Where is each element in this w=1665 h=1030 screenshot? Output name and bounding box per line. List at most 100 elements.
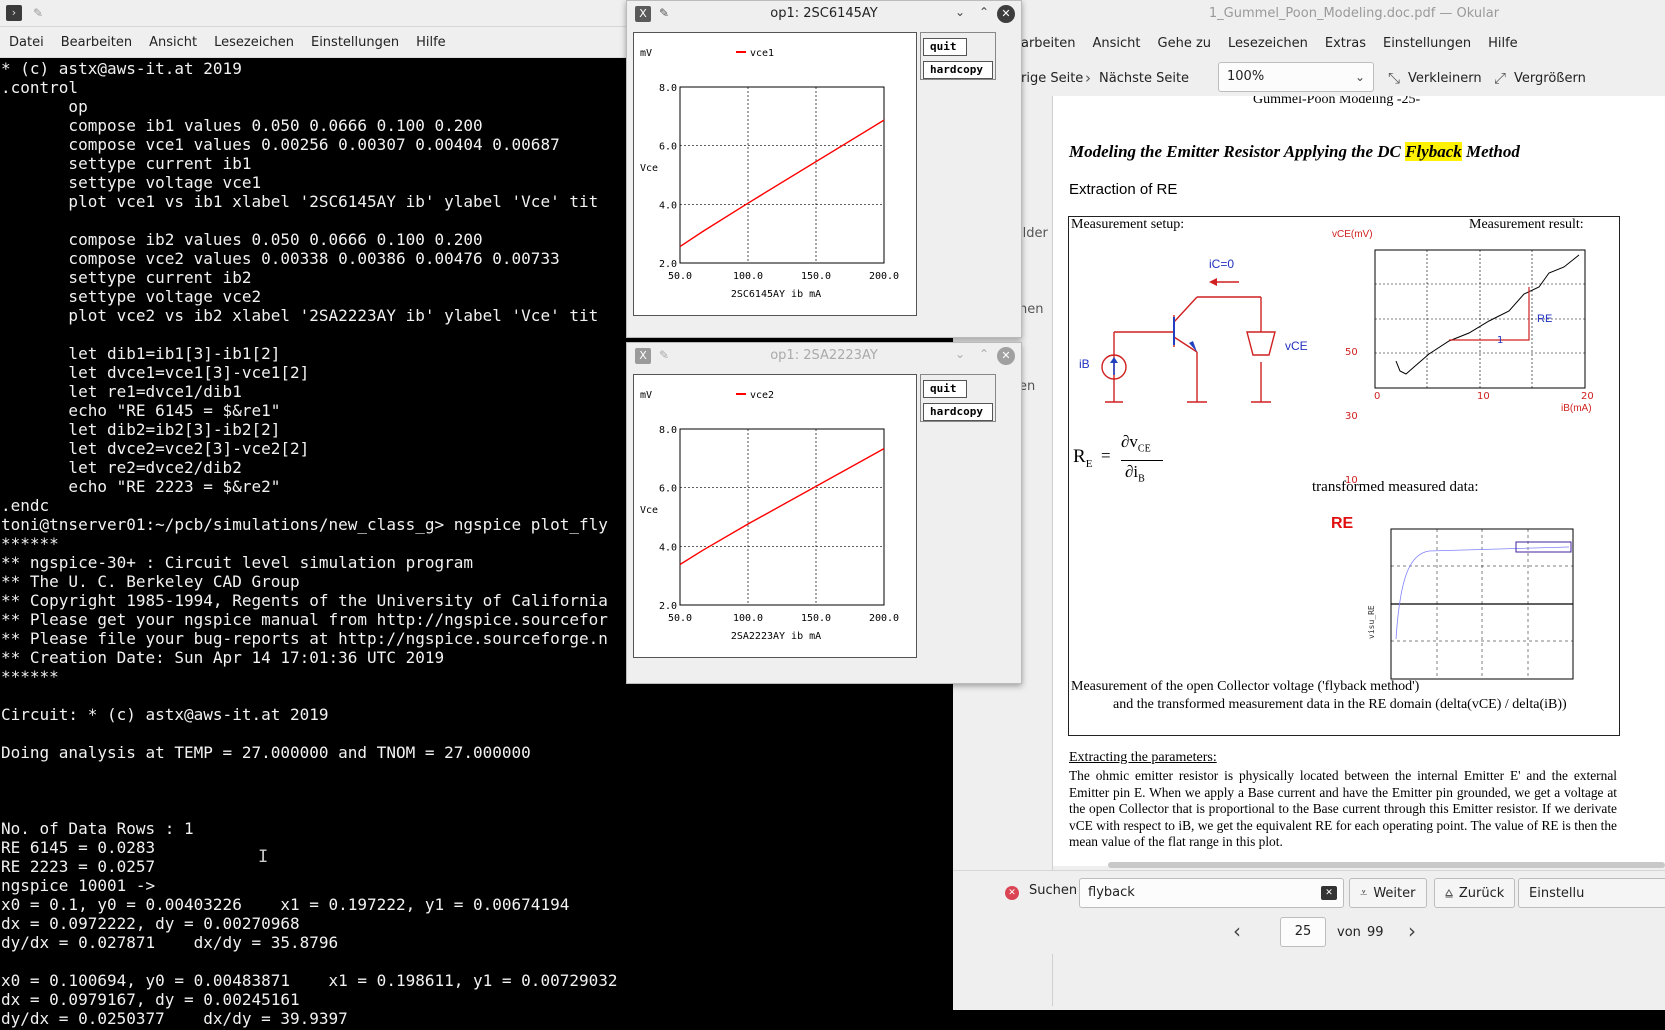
- terminal-line: No. of Data Rows : 1: [1, 819, 194, 838]
- find-input[interactable]: flyback ✕: [1079, 878, 1344, 908]
- terminal-line: Circuit: * (c) astx@aws-it.at 2019: [1, 705, 329, 724]
- transformed-plot: visu_RE: [1367, 528, 1574, 680]
- x-tick-label: 200.0: [869, 271, 899, 282]
- pdf-figure-box: Measurement setup: Measurement result: i…: [1068, 216, 1620, 736]
- chevron-right-icon: ›: [1085, 69, 1091, 87]
- ok-menu-ansicht[interactable]: Ansicht: [1093, 36, 1141, 51]
- pin-icon[interactable]: ✎: [30, 5, 46, 21]
- find-next-label: Weiter: [1373, 885, 1416, 901]
- meas-xtick-10: 10: [1477, 391, 1490, 402]
- x-axis-label: 2SC6145AY ib mA: [731, 289, 821, 300]
- formula-equals: =: [1101, 446, 1111, 465]
- one-marker: 1: [1497, 335, 1504, 346]
- menu-bearbeiten[interactable]: Bearbeiten: [61, 35, 132, 50]
- terminal-line: x0 = 0.100694, y0 = 0.00483871 x1 = 0.19…: [1, 971, 618, 990]
- terminal-line: dx = 0.0979167, dy = 0.00245161: [1, 990, 300, 1009]
- x-app-icon[interactable]: X: [635, 6, 651, 22]
- formula-denominator: ∂iB: [1125, 462, 1145, 485]
- close-icon[interactable]: ✕: [997, 347, 1015, 365]
- terminal-line: x0 = 0.1, y0 = 0.00403226 x1 = 0.197222,…: [1, 895, 570, 914]
- legend-label: vce1: [750, 48, 774, 59]
- terminal-line: dx = 0.0972222, dy = 0.00270968: [1, 914, 300, 933]
- ok-menu-hilfe[interactable]: Hilfe: [1488, 36, 1518, 51]
- side-tab-annotations[interactable]: hen: [1019, 302, 1043, 317]
- okular-menubar: earbeiten Ansicht Gehe zu Lesezeichen Ex…: [953, 28, 1665, 59]
- maximize-icon[interactable]: ⌃: [979, 347, 989, 361]
- formula-r: RE: [1073, 446, 1093, 470]
- y-tick-label: 2.0: [659, 601, 677, 612]
- find-next-button[interactable]: ⩡ Weiter: [1349, 878, 1427, 908]
- ok-menu-einstellungen[interactable]: Einstellungen: [1383, 36, 1471, 51]
- page-total: 99: [1367, 925, 1384, 940]
- find-settings-button[interactable]: Einstellu: [1518, 878, 1665, 908]
- find-prev-button[interactable]: ⩠ Zurück: [1434, 878, 1516, 908]
- pin-icon[interactable]: ✎: [659, 348, 669, 362]
- plot-frame: [679, 86, 885, 264]
- y-axis-label: Vce: [640, 505, 658, 516]
- zoom-in-icon: ⤢: [1494, 69, 1507, 87]
- terminal-app-icon[interactable]: ›: [6, 5, 22, 21]
- terminal-line: Doing analysis at TEMP = 27.000000 and T…: [1, 743, 531, 762]
- vce-label: vCE: [1285, 339, 1308, 353]
- menu-einstellungen[interactable]: Einstellungen: [311, 35, 399, 50]
- ngspice-plot-area[interactable]: mV vce1 8.0 6.0 4.0 2.0 50.0 100.0 150.0 200.0 Vce…: [633, 32, 917, 316]
- pdf-heading-pre: Modeling the Emitter Resistor Applying t…: [1069, 142, 1406, 161]
- previous-page-button[interactable]: erige Seite: [1013, 66, 1083, 90]
- maximize-icon[interactable]: ⌃: [979, 5, 989, 19]
- clear-input-icon[interactable]: ✕: [1321, 886, 1337, 900]
- page-number-input[interactable]: 25: [1280, 917, 1326, 947]
- quit-button[interactable]: quit: [923, 38, 967, 56]
- formula-numerator: ∂vCE: [1121, 432, 1151, 455]
- vce1-plot: mV vce1 8.0 6.0 4.0 2.050.0 100.0 150.0 200.0 Vce…: [640, 48, 899, 300]
- next-page-button[interactable]: › Nächste Seite: [1085, 66, 1189, 90]
- terminal-line: dy/dx = 0.027871 dx/dy = 35.8796: [1, 933, 339, 952]
- y-tick-label: 8.0: [659, 83, 677, 94]
- ok-menu-bearbeiten[interactable]: earbeiten: [1013, 36, 1076, 51]
- transformed-label: transformed measured data:: [1312, 479, 1479, 495]
- page-of-label: von: [1337, 925, 1361, 940]
- minimize-icon[interactable]: ⌄: [955, 347, 965, 361]
- close-find-icon[interactable]: ✕: [1005, 886, 1019, 900]
- pdf-section-title: Extracting the parameters:: [1069, 750, 1217, 765]
- close-icon[interactable]: ✕: [997, 5, 1015, 23]
- ic-label: iC=0: [1209, 257, 1235, 271]
- pin-icon[interactable]: ✎: [659, 6, 669, 20]
- menu-ansicht[interactable]: Ansicht: [149, 35, 197, 50]
- pdf-page[interactable]: Gummel-Poon Modeling -25- Modeling the E…: [1053, 96, 1665, 866]
- zoom-out-button[interactable]: ⤡ Verkleinern: [1388, 66, 1482, 90]
- menu-datei[interactable]: Datei: [9, 35, 44, 50]
- ok-menu-lesezeichen[interactable]: Lesezeichen: [1228, 36, 1308, 51]
- chevron-right-icon[interactable]: ›: [1408, 919, 1416, 943]
- zoom-in-button[interactable]: ⤢ Vergrößern: [1494, 66, 1586, 90]
- hardcopy-button[interactable]: hardcopy: [923, 61, 993, 79]
- terminal-line: RE 2223 = 0.0257: [1, 857, 156, 876]
- measurement-plot: [1374, 249, 1586, 389]
- zoom-select[interactable]: 100% ⌄: [1218, 62, 1374, 92]
- circuit-schematic: [1101, 278, 1276, 403]
- ok-menu-extras[interactable]: Extras: [1325, 36, 1366, 51]
- ok-menu-gehe-zu[interactable]: Gehe zu: [1158, 36, 1212, 51]
- menu-hilfe[interactable]: Hilfe: [416, 35, 446, 50]
- x-tick-label: 150.0: [801, 613, 831, 624]
- x-tick-label: 50.0: [668, 271, 692, 282]
- ngspice-plot-area[interactable]: mV vce2 8.0 6.0 4.0 2.0 50.0 100.0 150.0 200.0 Vce…: [633, 374, 917, 658]
- x-axis-label: 2SA2223AY ib mA: [731, 631, 821, 642]
- arrow-down-icon: ⩡: [1360, 885, 1368, 901]
- chevron-down-icon: ⌄: [1354, 70, 1365, 84]
- plot-unit-label: mV: [640, 390, 652, 401]
- zoom-in-label: Vergrößern: [1514, 70, 1586, 86]
- fraction-bar: [1121, 460, 1163, 461]
- minimize-icon[interactable]: ⌄: [955, 5, 965, 19]
- x-app-icon[interactable]: X: [635, 348, 651, 364]
- terminal-line: dy/dx = 0.0250377 dx/dy = 39.9397: [1, 1009, 348, 1028]
- hardcopy-button[interactable]: hardcopy: [923, 403, 993, 421]
- horizontal-scrollbar[interactable]: [1108, 862, 1665, 868]
- meas-xtick-20: 20: [1581, 391, 1594, 402]
- side-tab-thumbnails[interactable]: ilder: [1019, 226, 1048, 241]
- menu-lesezeichen[interactable]: Lesezeichen: [214, 35, 294, 50]
- chevron-left-icon[interactable]: ‹: [1233, 919, 1241, 943]
- meas-xtick-0: 0: [1374, 391, 1381, 402]
- quit-button[interactable]: quit: [923, 380, 967, 398]
